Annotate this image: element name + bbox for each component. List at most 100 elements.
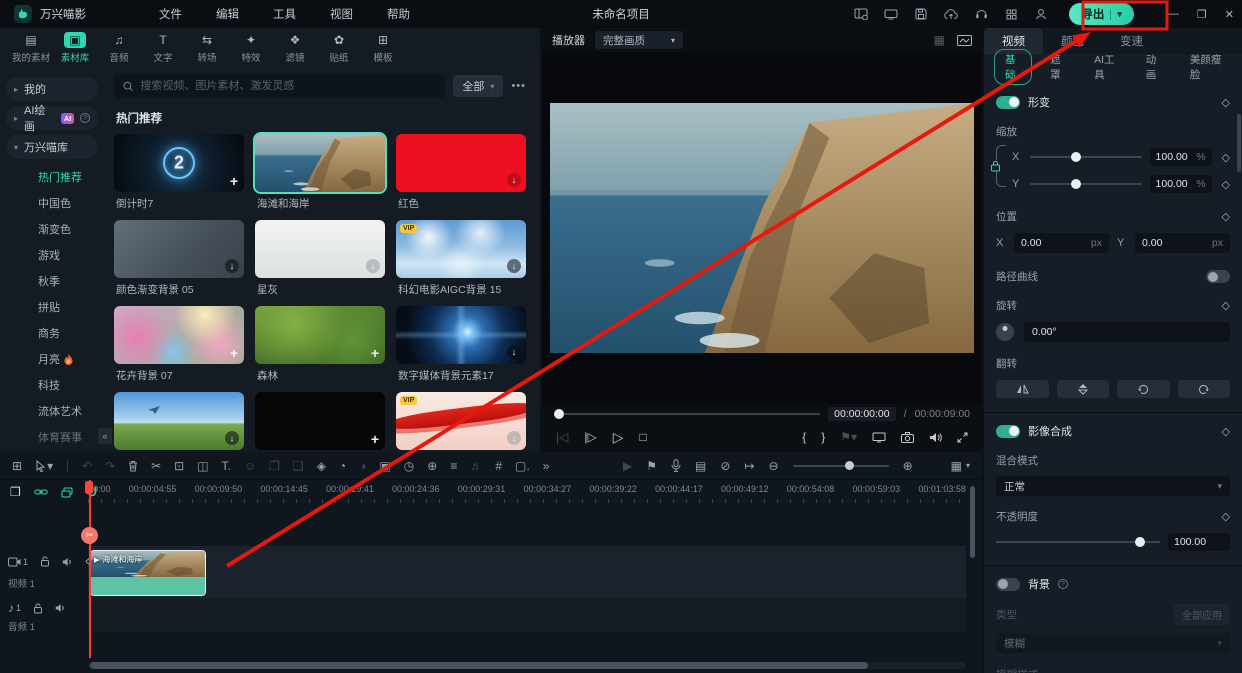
keyframe-tool-icon[interactable]: ◈ xyxy=(317,459,326,473)
mark-in-button[interactable]: { xyxy=(802,430,806,444)
scrubber-handle[interactable] xyxy=(554,409,564,419)
chroma-key-icon[interactable]: ▣ xyxy=(379,459,390,473)
video-preview[interactable] xyxy=(542,52,982,404)
keyframe-diamond-icon[interactable]: ◇ xyxy=(1222,96,1230,109)
window-close-button[interactable]: ✕ xyxy=(1225,8,1234,21)
next-frame-button[interactable]: |▷ xyxy=(584,430,596,444)
panel-layout-icon[interactable] xyxy=(853,6,869,22)
preview-display-button[interactable] xyxy=(872,432,886,443)
support-headset-icon[interactable] xyxy=(973,6,989,22)
media-item-red[interactable]: ↓ 红色 xyxy=(396,134,526,220)
keyframe-diamond-icon[interactable]: ◇ xyxy=(1222,425,1230,438)
rotation-dial[interactable] xyxy=(996,323,1014,341)
menu-tools[interactable]: 工具 xyxy=(256,6,313,22)
menu-file[interactable]: 文件 xyxy=(142,6,199,22)
app-logo-icon[interactable] xyxy=(14,5,32,23)
sidebar-item-gradient[interactable]: 渐变色 xyxy=(4,216,100,242)
tab-audio[interactable]: ♫音频 xyxy=(98,32,140,64)
apps-grid-icon[interactable] xyxy=(1003,6,1019,22)
menu-help[interactable]: 帮助 xyxy=(370,6,427,22)
properties-scrollbar[interactable] xyxy=(1237,114,1241,172)
tab-my-media[interactable]: ▤我的素材 xyxy=(10,32,52,64)
window-restore-button[interactable]: ❐ xyxy=(1197,8,1207,21)
slider-handle[interactable] xyxy=(1135,537,1145,547)
audio-mixer-icon[interactable]: ♬ xyxy=(470,459,482,473)
add-icon[interactable]: + xyxy=(230,173,238,189)
scale-y-value[interactable]: 100.00 % xyxy=(1150,175,1212,193)
save-icon[interactable] xyxy=(913,6,929,22)
tab-transitions[interactable]: ⇆转场 xyxy=(186,32,228,64)
opacity-value[interactable]: 100.00 xyxy=(1168,533,1230,551)
more-tools-icon[interactable]: » xyxy=(543,459,550,473)
account-icon[interactable] xyxy=(1033,6,1049,22)
media-item-gray-gradient[interactable]: ↓ 颜色渐变背景 05 xyxy=(114,220,244,306)
scopes-icon[interactable] xyxy=(957,33,972,47)
voiceover-mic-icon[interactable] xyxy=(671,459,681,472)
tab-effects[interactable]: ✦特效 xyxy=(230,32,272,64)
background-toggle[interactable] xyxy=(996,578,1020,591)
timer-icon[interactable]: ◷ xyxy=(404,459,414,473)
ripple-edit-icon[interactable]: ◫ xyxy=(197,459,208,473)
keyframe-diamond-icon[interactable]: ◇ xyxy=(1222,510,1230,523)
timeline-hscroll-handle[interactable] xyxy=(90,662,868,669)
timeline-clip[interactable]: ▶ 海滩和海岸 xyxy=(90,550,206,596)
toolbox-icon[interactable]: ⊞ xyxy=(12,459,22,473)
flip-horizontal-button[interactable] xyxy=(996,380,1049,398)
sidebar-item-business[interactable]: 商务 xyxy=(4,320,100,346)
transform-toggle[interactable] xyxy=(996,96,1020,109)
sidebar-item-collage[interactable]: 拼贴 xyxy=(4,294,100,320)
delete-icon[interactable] xyxy=(128,460,138,472)
snap-icon[interactable]: ↦ xyxy=(744,459,754,473)
snapshot-camera-button[interactable] xyxy=(901,432,914,443)
keyframe-diamond-icon[interactable]: ◇ xyxy=(1222,210,1230,223)
media-item-countdown[interactable]: 2+ 倒计时7 xyxy=(114,134,244,220)
subtab-ai-tools[interactable]: AI工具 xyxy=(1084,50,1128,84)
compositing-toggle[interactable] xyxy=(996,425,1020,438)
tab-filters[interactable]: ❖滤镜 xyxy=(274,32,316,64)
undo-icon[interactable]: ↶ xyxy=(82,459,92,473)
media-item-flowers[interactable]: + 花卉背景 07 xyxy=(114,306,244,392)
stop-button[interactable]: □ xyxy=(640,430,647,444)
subtitle-icon[interactable]: ▤ xyxy=(695,459,706,473)
timeline-zoom-slider[interactable] xyxy=(793,465,889,467)
sidebar-item-sports[interactable]: 体育赛事 xyxy=(4,424,100,450)
keyframe-diamond-icon[interactable]: ◇ xyxy=(1222,299,1230,312)
export-button[interactable]: 导出 ▾ xyxy=(1069,3,1134,25)
media-item-starburst[interactable]: ↓ 数字媒体背景元素17 xyxy=(396,306,526,392)
slider-handle[interactable] xyxy=(1071,179,1081,189)
menu-view[interactable]: 视图 xyxy=(313,6,370,22)
collapse-sidebar-button[interactable]: « xyxy=(98,428,112,444)
tab-templates[interactable]: ⊞模板 xyxy=(362,32,404,64)
multi-view-icon[interactable]: ▦ xyxy=(934,33,945,47)
download-icon[interactable]: ↓ xyxy=(225,259,239,273)
menu-edit[interactable]: 编辑 xyxy=(199,6,256,22)
background-type-dropdown[interactable]: 模糊 ▾ xyxy=(996,633,1230,653)
playback-scrubber[interactable] xyxy=(554,413,820,415)
display-mode-icon[interactable] xyxy=(883,6,899,22)
sidebar-item-tech[interactable]: 科技 xyxy=(4,372,100,398)
keyframe-diamond-icon[interactable]: ◇ xyxy=(1222,151,1230,164)
scale-x-value[interactable]: 100.00 % xyxy=(1150,148,1212,166)
mask-icon[interactable]: ▢. xyxy=(515,459,530,473)
position-y-input[interactable]: 0.00 px xyxy=(1135,233,1230,253)
scale-x-slider[interactable] xyxy=(1030,156,1142,158)
paste-icon[interactable]: ❑ xyxy=(293,459,304,473)
sidebar-item-hot[interactable]: 热门推荐 xyxy=(4,164,100,190)
subtab-mask[interactable]: 遮罩 xyxy=(1040,50,1076,84)
chevron-down-icon[interactable]: ▾ xyxy=(966,461,970,470)
media-item-forest[interactable]: + 森林 xyxy=(255,306,385,392)
add-icon[interactable]: + xyxy=(230,345,238,361)
cloud-upload-icon[interactable] xyxy=(943,6,959,22)
speed-tool-icon[interactable]: ◔ xyxy=(339,459,346,473)
tab-stock-media[interactable]: ▣素材库 xyxy=(54,32,96,64)
copy-icon[interactable]: ❐ xyxy=(269,459,280,473)
volume-button[interactable] xyxy=(929,432,942,443)
select-tool-icon[interactable]: ▾ xyxy=(35,459,53,473)
more-options-button[interactable]: ••• xyxy=(511,80,526,92)
render-preview-icon[interactable]: ▶ xyxy=(623,459,632,473)
marker-icon[interactable]: ⚑ xyxy=(646,459,657,473)
scale-y-slider[interactable] xyxy=(1030,183,1142,185)
audio-track-lane[interactable] xyxy=(88,598,966,632)
rotation-value-input[interactable]: 0.00° xyxy=(1024,322,1230,342)
keyframe-diamond-icon[interactable]: ◇ xyxy=(1222,178,1230,191)
